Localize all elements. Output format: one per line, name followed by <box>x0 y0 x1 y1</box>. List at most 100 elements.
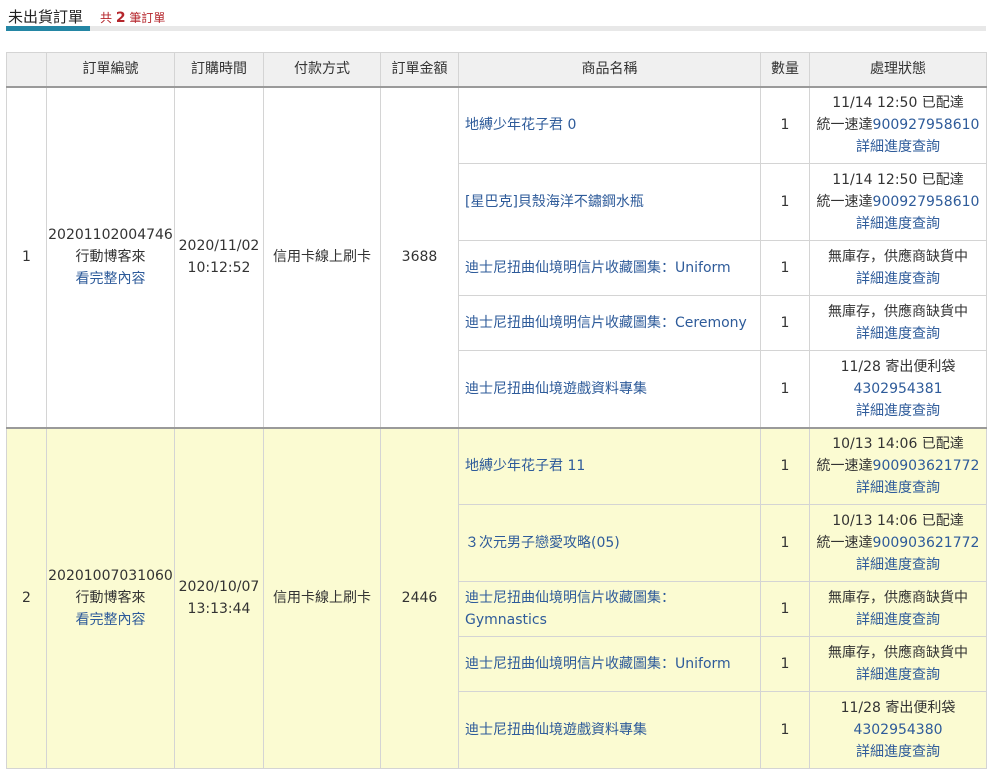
tracking-line: 統一速達900903621772 <box>810 455 986 477</box>
progress-query-link[interactable]: 詳細進度查詢 <box>856 271 940 287</box>
status-cell: 11/28 寄出便利袋 4302954381 詳細進度查詢 <box>809 350 987 428</box>
status-text: 10/13 14:06 已配達 <box>832 436 964 453</box>
product-name-link[interactable]: 地縛少年花子君 0 <box>465 117 576 133</box>
tracking-line: 統一速達900927958610 <box>810 114 986 136</box>
product-name-link[interactable]: 迪士尼扭曲仙境明信片收藏圖集：Gymnastics <box>465 590 675 628</box>
progress-query-link[interactable]: 詳細進度查詢 <box>856 139 940 155</box>
status-text: 無庫存，供應商缺貨中 <box>828 249 968 265</box>
status-cell: 10/13 14:06 已配達 統一速達900903621772 詳細進度查詢 <box>809 504 987 582</box>
order-time: 13:13:44 <box>187 601 251 618</box>
tab-unshipped-orders[interactable]: 未出貨訂單 <box>6 0 90 31</box>
product-cell: 迪士尼扭曲仙境明信片收藏圖集：Uniform <box>458 636 761 692</box>
progress-query-link[interactable]: 詳細進度查詢 <box>856 744 940 760</box>
product-cell: 迪士尼扭曲仙境遊戲資料專集 <box>458 691 761 769</box>
status-text: 無庫存，供應商缺貨中 <box>828 590 968 606</box>
progress-query-link[interactable]: 詳細進度查詢 <box>856 480 940 496</box>
quantity-text: 1 <box>780 722 790 738</box>
quantity-cell: 1 <box>760 504 810 582</box>
progress-query-link[interactable]: 詳細進度查詢 <box>856 557 940 573</box>
product-name-link[interactable]: [星巴克]貝殼海洋不鏽鋼水瓶 <box>465 194 644 210</box>
product-cell: 地縛少年花子君 11 <box>458 426 761 505</box>
quantity-text: 1 <box>780 117 790 134</box>
tab-rule <box>6 26 986 31</box>
quantity-text: 1 <box>780 380 790 397</box>
payment-method: 信用卡線上刷卡 <box>263 85 381 428</box>
order-source: 行動博客來 <box>75 590 146 607</box>
status-cell: 11/28 寄出便利袋 4302954380 詳細進度查詢 <box>809 691 987 769</box>
tracking-number-link[interactable]: 900927958610 <box>873 194 980 210</box>
order-number: 20201007031060 <box>48 568 173 585</box>
order-count: 共 2 筆訂單 <box>100 9 165 26</box>
progress-query-link[interactable]: 詳細進度查詢 <box>856 216 940 232</box>
tracking-number-link[interactable]: 4302954381 <box>853 381 942 397</box>
order-count-prefix: 共 <box>100 11 113 25</box>
quantity-text: 1 <box>780 315 790 331</box>
order-amount-text: 2446 <box>401 590 438 607</box>
col-header-payment: 付款方式 <box>263 52 381 87</box>
col-header-order-no: 訂單編號 <box>46 52 175 87</box>
product-cell: 迪士尼扭曲仙境遊戲資料專集 <box>458 350 761 428</box>
order-time: 10:12:52 <box>187 260 251 276</box>
status-cell: 11/14 12:50 已配達統一速達900927958610 詳細進度查詢 <box>809 85 987 164</box>
status-cell: 無庫存，供應商缺貨中 詳細進度查詢 <box>809 636 987 692</box>
status-text: 11/14 12:50 已配達 <box>832 95 964 112</box>
tracking-number-link[interactable]: 900927958610 <box>873 117 980 133</box>
order-date: 2020/10/07 <box>178 579 260 596</box>
status-text: 10/13 14:06 已配達 <box>832 513 964 529</box>
col-header-amount: 訂單金額 <box>380 52 459 87</box>
quantity-text: 1 <box>780 535 790 551</box>
status-cell: 11/14 12:50 已配達 統一速達900927958610 詳細進度查詢 <box>809 163 987 241</box>
status-cell: 無庫存，供應商缺貨中 詳細進度查詢 <box>809 581 987 637</box>
orders-table: 訂單編號 訂購時間 付款方式 訂單金額 商品名稱 數量 處理狀態 1 202011… <box>6 52 987 769</box>
order-amount: 3688 <box>380 85 459 428</box>
product-name-link[interactable]: 迪士尼扭曲仙境遊戲資料專集 <box>465 722 647 738</box>
order-source: 行動博客來 <box>75 249 146 265</box>
order-index: 2 <box>6 426 47 769</box>
status-text: 無庫存，供應商缺貨中 <box>828 304 968 320</box>
product-name-link[interactable]: 迪士尼扭曲仙境明信片收藏圖集：Uniform <box>465 656 731 672</box>
progress-query-link[interactable]: 詳細進度查詢 <box>856 612 940 628</box>
product-name-link[interactable]: 迪士尼扭曲仙境明信片收藏圖集：Uniform <box>465 260 731 276</box>
product-cell: 迪士尼扭曲仙境明信片收藏圖集：Gymnastics <box>458 581 761 637</box>
quantity-text: 1 <box>780 656 790 672</box>
payment-method-text: 信用卡線上刷卡 <box>273 590 371 607</box>
product-name-link[interactable]: ３次元男子戀愛攻略(05) <box>465 535 620 551</box>
product-name-link[interactable]: 地縛少年花子君 11 <box>465 458 585 474</box>
quantity-text: 1 <box>780 601 790 617</box>
col-header-order-time: 訂購時間 <box>174 52 264 87</box>
col-header-product: 商品名稱 <box>458 52 761 87</box>
product-name-link[interactable]: 迪士尼扭曲仙境遊戲資料專集 <box>465 381 647 397</box>
product-name-link[interactable]: 迪士尼扭曲仙境明信片收藏圖集：Ceremony <box>465 315 747 331</box>
order-number-cell: 20201102004746 行動博客來看完整內容 <box>46 85 175 428</box>
status-cell: 10/13 14:06 已配達統一速達900903621772 詳細進度查詢 <box>809 426 987 505</box>
tracking-number-link[interactable]: 4302954380 <box>853 722 942 738</box>
order-amount-text: 3688 <box>401 249 438 265</box>
progress-query-link[interactable]: 詳細進度查詢 <box>856 667 940 683</box>
tracking-line: 統一速達900927958610 <box>810 191 986 213</box>
table-row: 2 20201007031060 行動博客來看完整內容 2020/10/07 13:13… <box>6 426 987 769</box>
tracking-number-link[interactable]: 900903621772 <box>873 458 980 474</box>
table-row: 1 20201102004746 行動博客來看完整內容 2020/11/02 10:12… <box>6 85 987 428</box>
quantity-cell: 1 <box>760 691 810 769</box>
order-time-cell: 2020/10/07 13:13:44 <box>174 426 264 769</box>
quantity-cell: 1 <box>760 636 810 692</box>
progress-query-link[interactable]: 詳細進度查詢 <box>856 403 940 419</box>
view-full-order-link[interactable]: 看完整內容 <box>76 612 146 628</box>
quantity-cell: 1 <box>760 426 810 505</box>
progress-query-link[interactable]: 詳細進度查詢 <box>856 326 940 342</box>
carrier-name: 統一速達 <box>816 194 873 210</box>
order-date: 2020/11/02 <box>178 238 260 254</box>
quantity-cell: 1 <box>760 85 810 164</box>
tracking-line: 4302954380 <box>810 719 986 741</box>
tab-title: 未出貨訂單 <box>8 8 84 26</box>
quantity-cell: 1 <box>760 295 810 351</box>
table-header-row: 訂單編號 訂購時間 付款方式 訂單金額 商品名稱 數量 處理狀態 <box>6 52 987 87</box>
status-cell: 無庫存，供應商缺貨中 詳細進度查詢 <box>809 240 987 296</box>
payment-method: 信用卡線上刷卡 <box>263 426 381 769</box>
order-number: 20201102004746 <box>48 227 173 243</box>
carrier-name: 統一速達 <box>816 458 873 475</box>
quantity-cell: 1 <box>760 581 810 637</box>
col-header-index <box>6 52 47 87</box>
view-full-order-link[interactable]: 看完整內容 <box>76 271 146 287</box>
tracking-number-link[interactable]: 900903621772 <box>873 535 980 551</box>
